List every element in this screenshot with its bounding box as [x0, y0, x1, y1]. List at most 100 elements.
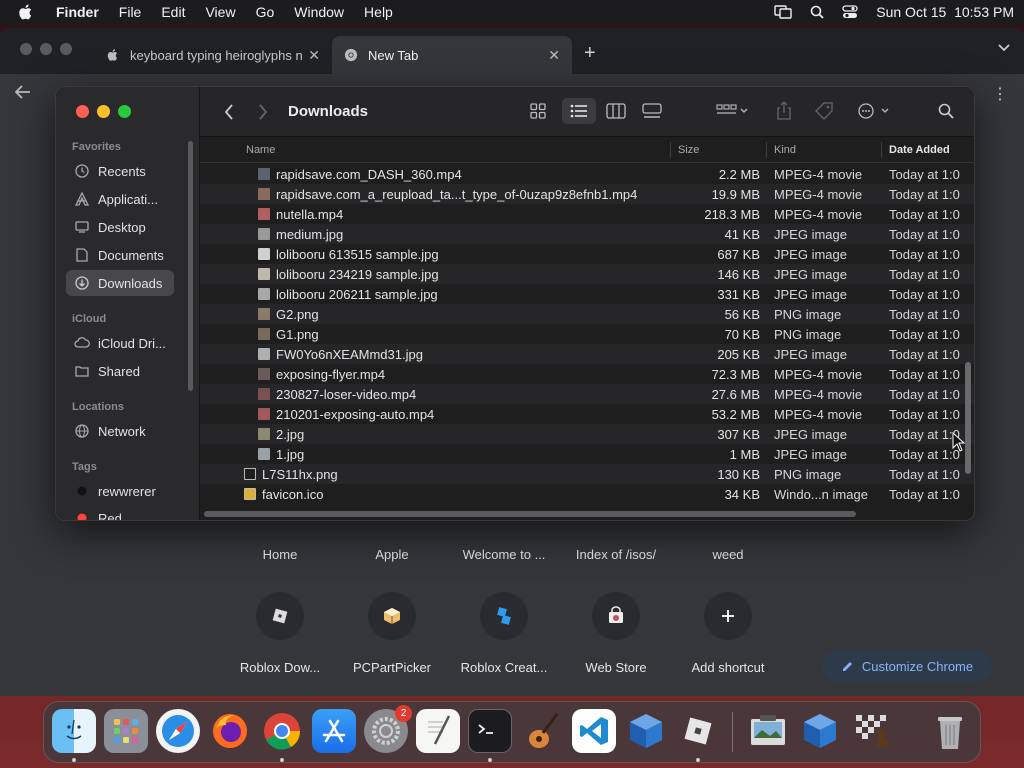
chevron-down-icon[interactable] [998, 44, 1010, 52]
icon-view-icon[interactable] [530, 103, 546, 119]
file-row[interactable]: exposing-flyer.mp4 72.3 MB MPEG-4 movie … [200, 364, 974, 384]
shortcut-web-store[interactable]: Web Store [564, 592, 668, 675]
sidebar-item-network[interactable]: Network [66, 418, 174, 444]
file-row[interactable]: rapidsave.com_DASH_360.mp4 2.2 MB MPEG-4… [200, 164, 974, 184]
close-window-button[interactable] [20, 43, 32, 55]
minimize-window-button[interactable] [40, 43, 52, 55]
sidebar-item-desktop[interactable]: Desktop [66, 214, 174, 240]
system-settings-icon[interactable]: 2 [364, 705, 412, 753]
vscode-icon[interactable] [572, 709, 616, 753]
file-row[interactable]: FW0Yo6nXEAMmd31.jpg 205 KB JPEG image To… [200, 344, 974, 364]
tab-keyboard-typing[interactable]: keyboard typing heiroglyphs n ✕ [94, 36, 332, 74]
file-row[interactable]: favicon.ico 34 KB Windo...n image Today … [200, 484, 974, 504]
screen-mirroring-icon[interactable] [774, 5, 792, 19]
column-header-date-added[interactable]: Date Added [889, 144, 950, 156]
file-row[interactable]: 2.jpg 307 KB JPEG image Today at 1:0 [200, 424, 974, 444]
close-tab-icon[interactable]: ✕ [548, 47, 560, 64]
column-header-size[interactable]: Size [678, 144, 699, 156]
file-row[interactable]: G1.png 70 KB PNG image Today at 1:0 [200, 324, 974, 344]
share-icon[interactable] [776, 101, 792, 121]
shortcut-pcpartpicker[interactable]: PCPartPicker [340, 592, 444, 675]
shortcut-home[interactable]: Home [228, 547, 332, 562]
sidebar-item-recents[interactable]: Recents [66, 158, 174, 184]
customize-chrome-button[interactable]: Customize Chrome [822, 650, 992, 682]
control-center-icon[interactable] [842, 5, 858, 19]
column-header-name[interactable]: Name [246, 144, 275, 156]
minimize-window-button[interactable] [97, 105, 110, 118]
column-view-icon[interactable] [606, 103, 626, 119]
add-shortcut-button[interactable]: Add shortcut [676, 592, 780, 675]
tab-new-tab[interactable]: New Tab ✕ [332, 36, 572, 74]
column-header-kind[interactable]: Kind [774, 144, 796, 156]
column-divider[interactable] [766, 142, 767, 158]
menu-go[interactable]: Go [256, 4, 275, 20]
file-row[interactable]: medium.jpg 41 KB JPEG image Today at 1:0 [200, 224, 974, 244]
sidebar-item-downloads[interactable]: Downloads [66, 270, 174, 296]
shortcut-weed[interactable]: weed [676, 547, 780, 562]
textedit-icon[interactable] [416, 709, 460, 753]
back-arrow-icon[interactable] [14, 84, 32, 100]
file-row[interactable]: L7S11hx.png 130 KB PNG image Today at 1:… [200, 464, 974, 484]
file-row[interactable]: rapidsave.com_a_reupload_ta...t_type_of-… [200, 184, 974, 204]
more-actions-icon[interactable] [858, 103, 892, 119]
vertical-scrollbar[interactable] [965, 362, 971, 474]
sidebar-item-tag-rewwrerer[interactable]: rewwrerer [66, 478, 174, 504]
horizontal-scrollbar[interactable] [204, 511, 856, 517]
preview-icon[interactable] [746, 709, 790, 753]
tag-icon[interactable] [814, 102, 834, 120]
file-row[interactable]: lolibooru 206211 sample.jpg 331 KB JPEG … [200, 284, 974, 304]
firefox-icon[interactable] [208, 709, 252, 753]
terminal-icon[interactable] [468, 709, 512, 753]
menubar-clock[interactable]: Sun Oct 15 10:53 PM [876, 4, 1014, 20]
group-by-icon[interactable] [716, 103, 748, 119]
virtualbox-icon[interactable] [624, 709, 668, 753]
menu-help[interactable]: Help [364, 4, 393, 20]
shortcut-apple[interactable]: Apple [340, 547, 444, 562]
menu-edit[interactable]: Edit [161, 4, 185, 20]
sidebar-scrollbar[interactable] [188, 141, 193, 391]
finder-icon[interactable] [52, 709, 96, 753]
search-icon[interactable] [938, 103, 954, 119]
sidebar-item-documents[interactable]: Documents [66, 242, 174, 268]
shortcut-index-isos[interactable]: Index of /isos/ [564, 547, 668, 562]
file-row[interactable]: G2.png 56 KB PNG image Today at 1:0 [200, 304, 974, 324]
close-window-button[interactable] [76, 105, 89, 118]
new-tab-button[interactable]: + [584, 42, 596, 65]
app-store-icon[interactable] [312, 709, 356, 753]
shortcut-roblox-creator[interactable]: Roblox Creat... [452, 592, 556, 675]
shortcut-welcome[interactable]: Welcome to ... [452, 547, 556, 562]
chrome-icon[interactable] [260, 709, 304, 753]
chrome-scrollbar[interactable] [1014, 138, 1020, 696]
apple-menu-icon[interactable] [18, 3, 34, 21]
back-chevron-icon[interactable] [224, 104, 234, 120]
zoom-window-button[interactable] [60, 43, 72, 55]
file-row[interactable]: lolibooru 613515 sample.jpg 687 KB JPEG … [200, 244, 974, 264]
menu-view[interactable]: View [205, 4, 235, 20]
list-view-button[interactable] [562, 98, 596, 124]
sidebar-item-icloud-drive[interactable]: iCloud Dri... [66, 330, 174, 356]
zoom-window-button[interactable] [118, 105, 131, 118]
shortcut-roblox-download[interactable]: Roblox Dow... [228, 592, 332, 675]
spotlight-search-icon[interactable] [810, 5, 824, 19]
garageband-icon[interactable] [520, 709, 564, 753]
trash-icon[interactable] [928, 709, 972, 753]
file-row[interactable]: 210201-exposing-auto.mp4 53.2 MB MPEG-4 … [200, 404, 974, 424]
file-row[interactable]: 230827-loser-video.mp4 27.6 MB MPEG-4 mo… [200, 384, 974, 404]
sidebar-item-shared[interactable]: Shared [66, 358, 174, 384]
forward-chevron-icon[interactable] [258, 104, 268, 120]
chrome-menu-icon[interactable]: ⋮ [992, 84, 1008, 104]
safari-icon[interactable] [156, 709, 200, 753]
gallery-view-icon[interactable] [642, 103, 662, 119]
column-divider[interactable] [670, 142, 671, 158]
launchpad-icon[interactable] [104, 709, 148, 753]
file-row[interactable]: 1.jpg 1 MB JPEG image Today at 1:0 [200, 444, 974, 464]
menu-window[interactable]: Window [294, 4, 344, 20]
menu-finder[interactable]: Finder [56, 4, 99, 20]
chess-icon[interactable] [850, 709, 894, 753]
menu-file[interactable]: File [119, 4, 142, 20]
column-divider[interactable] [881, 142, 882, 158]
sidebar-item-tag-red[interactable]: Red [66, 505, 174, 520]
file-row[interactable]: lolibooru 234219 sample.jpg 146 KB JPEG … [200, 264, 974, 284]
roblox-icon[interactable] [676, 709, 720, 753]
virtualbox-vm-icon[interactable] [798, 709, 842, 753]
